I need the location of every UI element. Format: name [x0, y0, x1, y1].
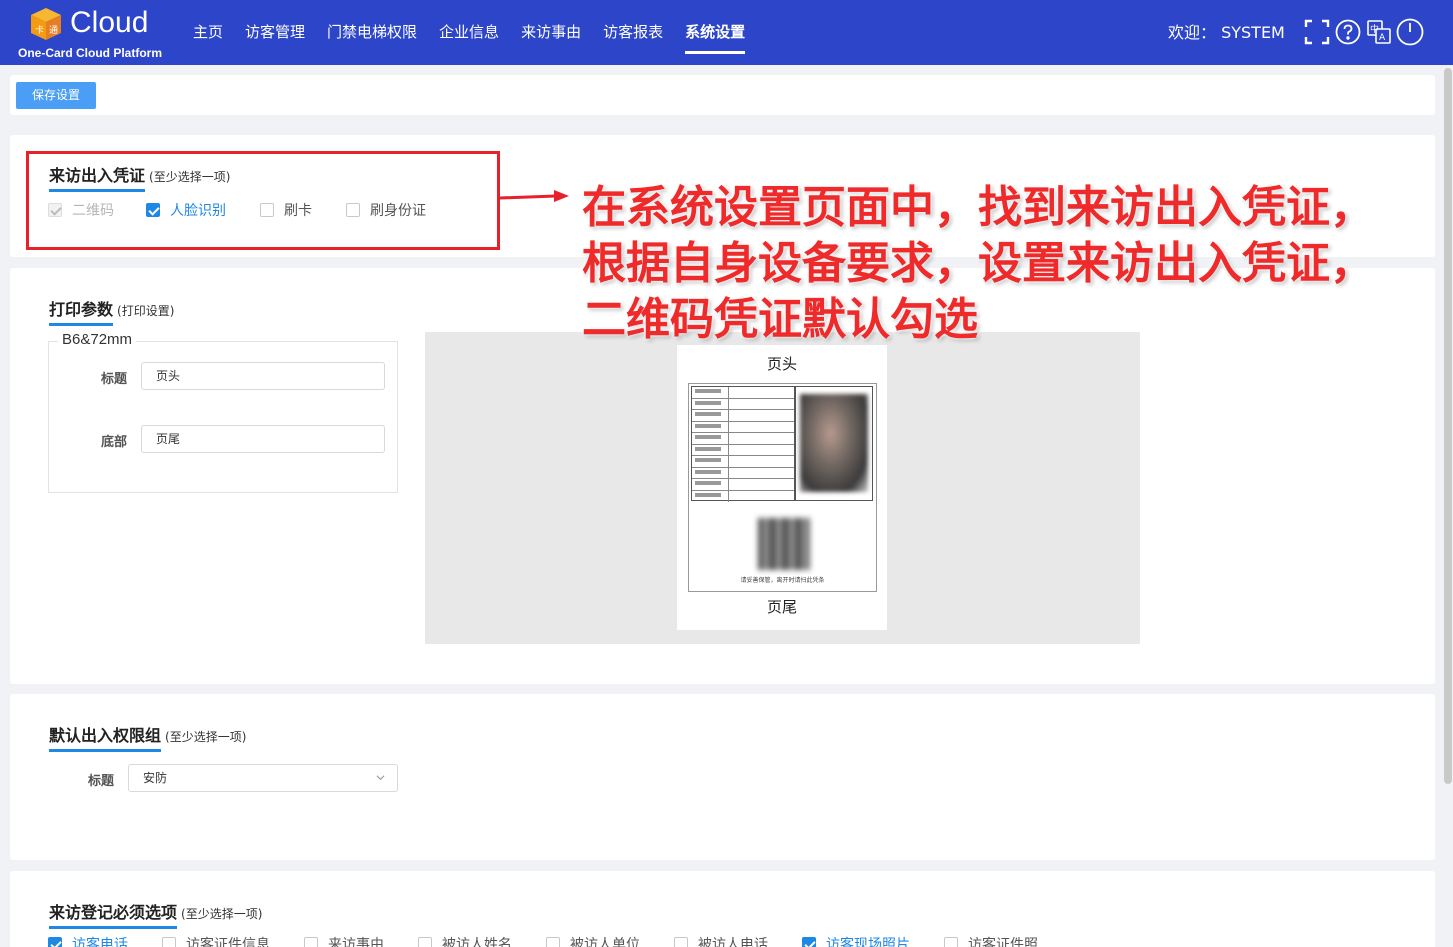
preview-qrcode: [758, 518, 810, 570]
checkbox[interactable]: [48, 937, 62, 947]
main-nav: 主页 访客管理 门禁电梯权限 企业信息 来访事由 访客报表 系统设置: [182, 0, 756, 65]
nav-home[interactable]: 主页: [182, 0, 234, 65]
nav-system-settings[interactable]: 系统设置: [674, 0, 756, 65]
annotation-line: 在系统设置页面中，找到来访出入凭证，: [582, 182, 1374, 233]
table-row: [692, 467, 794, 479]
table-row: [692, 433, 794, 445]
registration-option-id-photo[interactable]: 访客证件照: [944, 934, 1038, 947]
table-row: [692, 387, 794, 399]
logo-subtitle: One-Card Cloud Platform: [18, 46, 163, 60]
preview-info-table: [691, 386, 795, 503]
access-group-title-text: 默认出入权限组: [49, 726, 162, 745]
checkbox[interactable]: [304, 937, 318, 947]
checkbox[interactable]: [802, 937, 816, 947]
fullscreen-icon[interactable]: [1304, 19, 1330, 45]
print-section-title: 打印参数 (打印设置): [49, 296, 175, 326]
scrollbar-thumb[interactable]: [1444, 68, 1452, 784]
registration-hint: (至少选择一项): [181, 907, 263, 921]
power-icon[interactable]: [1396, 18, 1424, 46]
print-title-text: 打印参数: [49, 300, 114, 319]
access-group-hint: (至少选择一项): [165, 730, 247, 744]
logo-text: Cloud: [70, 6, 149, 39]
paper-size-label: B6&72mm: [58, 331, 137, 348]
print-hint: (打印设置): [117, 304, 175, 318]
annotation-line: 根据自身设备要求，设置来访出入凭证，: [582, 238, 1374, 289]
svg-text:卡: 卡: [35, 24, 44, 36]
annotation-text: 在系统设置页面中，找到来访出入凭证， 根据自身设备要求，设置来访出入凭证， 二维…: [582, 180, 1382, 348]
option-label: 访客证件照: [968, 937, 1038, 947]
svg-text:中: 中: [1370, 23, 1379, 35]
option-label: 访客证件信息: [186, 937, 270, 947]
nav-visitor-management[interactable]: 访客管理: [234, 0, 316, 65]
table-row: [692, 490, 794, 503]
language-icon[interactable]: 中 A: [1366, 19, 1392, 45]
title-underline: [49, 749, 161, 752]
save-settings-button[interactable]: 保存设置: [16, 82, 96, 109]
table-row: [692, 410, 794, 422]
option-label: 被访人姓名: [442, 937, 512, 947]
checkbox[interactable]: [674, 937, 688, 947]
table-row: [692, 398, 794, 410]
logo[interactable]: 卡 通 Cloud One-Card Cloud Platform: [18, 4, 188, 62]
title-underline: [49, 323, 113, 326]
chevron-down-icon: [376, 775, 385, 781]
annotation-highlight-box: [26, 151, 500, 250]
checkbox[interactable]: [546, 937, 560, 947]
print-footer-input[interactable]: 页尾: [141, 425, 385, 453]
registration-option-host-company[interactable]: 被访人单位: [546, 934, 640, 947]
preview-header: 页头: [766, 355, 797, 373]
logo-cube-icon: 卡 通: [31, 8, 61, 40]
registration-option-host-phone[interactable]: 被访人电话: [674, 934, 768, 947]
svg-text:通: 通: [49, 25, 58, 36]
print-title-label: 标题: [101, 372, 128, 387]
registration-title-text: 来访登记必须选项: [49, 903, 178, 922]
option-label: 被访人单位: [570, 937, 640, 947]
top-header: 卡 通 Cloud One-Card Cloud Platform 主页 访客管…: [0, 0, 1453, 65]
registration-option-reason[interactable]: 来访事由: [304, 934, 384, 947]
registration-option-host-name[interactable]: 被访人姓名: [418, 934, 512, 947]
option-label: 被访人电话: [698, 937, 768, 947]
registration-option-onsite-photo[interactable]: 访客现场照片: [802, 934, 910, 947]
option-label: 访客电话: [72, 937, 128, 947]
option-label: 访客现场照片: [826, 937, 910, 947]
registration-option-id-info[interactable]: 访客证件信息: [162, 934, 270, 947]
table-row: [692, 444, 794, 456]
option-label: 来访事由: [328, 937, 384, 947]
nav-visitor-reports[interactable]: 访客报表: [592, 0, 674, 65]
preview-footer: 页尾: [766, 598, 797, 616]
table-row: [692, 456, 794, 468]
toolbar-card: [10, 75, 1435, 115]
print-title-input[interactable]: 页头: [141, 362, 385, 390]
table-row: [692, 479, 794, 491]
annotation-arrow-icon: [499, 190, 569, 202]
checkbox[interactable]: [944, 937, 958, 947]
table-row: [692, 421, 794, 433]
access-group-section-title: 默认出入权限组 (至少选择一项): [49, 722, 247, 752]
registration-option-phone[interactable]: 访客电话: [48, 934, 128, 947]
help-icon[interactable]: [1335, 19, 1361, 45]
registration-options: 访客电话 访客证件信息 来访事由 被访人姓名 被访人单位 被访人电话 访客现场照…: [48, 934, 1072, 947]
annotation-line: 二维码凭证默认勾选: [582, 294, 978, 345]
svg-text:A: A: [1379, 33, 1386, 43]
nav-access-elevator[interactable]: 门禁电梯权限: [316, 0, 428, 65]
preview-note: 请妥善保管，离开时请扫此凭条: [740, 577, 825, 584]
title-underline: [49, 926, 177, 929]
access-group-label: 标题: [88, 774, 115, 789]
access-group-selected: 安防: [143, 771, 168, 785]
access-group-select[interactable]: 安防: [128, 764, 398, 792]
preview-visitor-photo: [800, 394, 868, 492]
checkbox[interactable]: [418, 937, 432, 947]
registration-section-title: 来访登记必须选项 (至少选择一项): [49, 899, 263, 929]
nav-visit-reasons[interactable]: 来访事由: [510, 0, 592, 65]
nav-company-info[interactable]: 企业信息: [428, 0, 510, 65]
checkbox[interactable]: [162, 937, 176, 947]
welcome-text: 欢迎： SYSTEM: [1168, 23, 1285, 42]
print-footer-label: 底部: [101, 435, 128, 450]
